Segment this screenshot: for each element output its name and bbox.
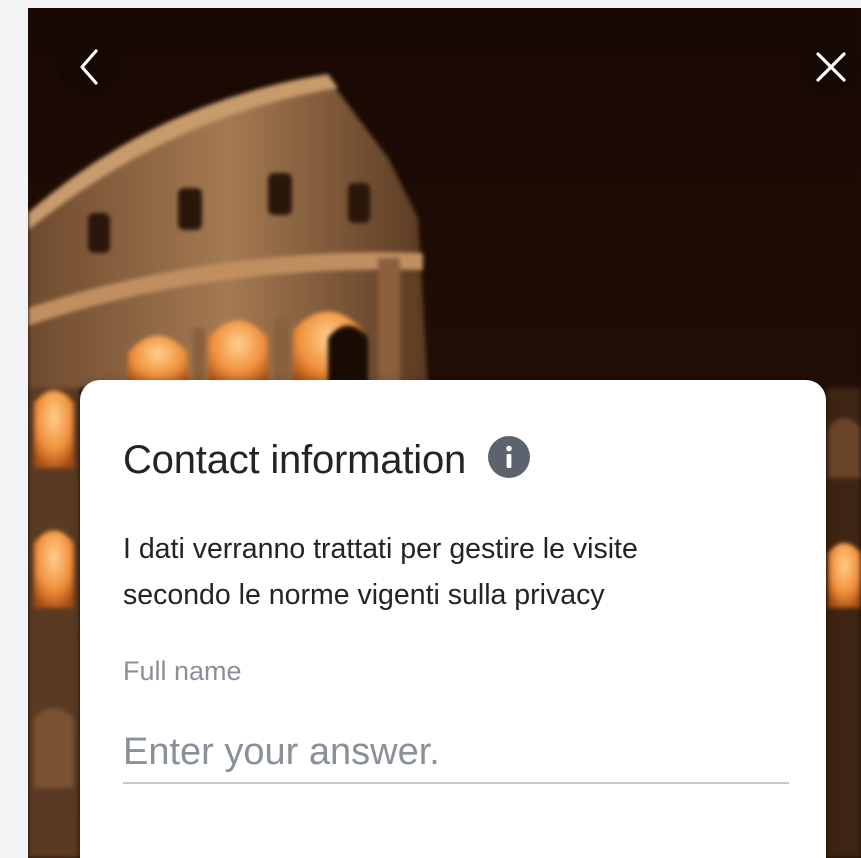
card-title: Contact information: [123, 438, 467, 482]
back-button[interactable]: [58, 36, 120, 98]
close-icon: [816, 52, 846, 82]
privacy-description: I dati verranno trattati per gestire le …: [123, 533, 638, 611]
card-header: Contact information: [123, 435, 531, 483]
chevron-left-icon: [80, 49, 98, 85]
full-name-input[interactable]: [123, 722, 789, 784]
full-name-label: Full name: [123, 656, 242, 686]
contact-information-card: Contact information I dati verranno trat…: [80, 380, 826, 858]
info-icon[interactable]: [488, 435, 531, 478]
app-frame: Contact information I dati verranno trat…: [28, 8, 861, 858]
close-button[interactable]: [800, 36, 861, 98]
